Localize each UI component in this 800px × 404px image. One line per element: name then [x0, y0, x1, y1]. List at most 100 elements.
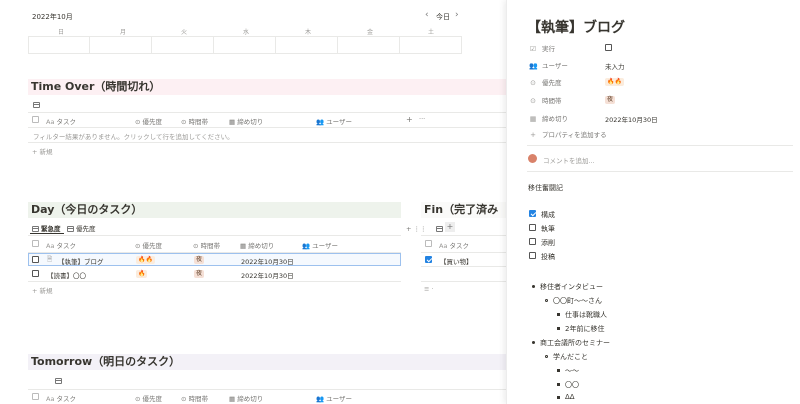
- weekday-wed: 水: [243, 29, 250, 36]
- column-task: Aa タスク: [46, 118, 77, 126]
- bullet-square: [557, 313, 560, 316]
- tab-urgency[interactable]: 緊急度: [32, 223, 61, 233]
- plus-icon: +: [530, 131, 536, 139]
- add-view-button[interactable]: +: [445, 222, 455, 232]
- select-all-checkbox[interactable]: [32, 240, 39, 247]
- row-checkbox-checked[interactable]: [425, 256, 432, 263]
- calendar-day-cell[interactable]: [152, 36, 214, 54]
- row-task[interactable]: 【買い物】: [440, 256, 473, 266]
- property-time[interactable]: ⊙ 時間帯: [529, 95, 561, 107]
- bullet-item[interactable]: 学んだこと: [553, 352, 588, 362]
- todo-checkbox-checked[interactable]: [529, 210, 536, 217]
- bullet-item[interactable]: 移住者インタビュー: [540, 282, 603, 292]
- row-checkbox[interactable]: [32, 256, 39, 263]
- empty-message[interactable]: フィルター結果がありません。クリックして行を追加してください。: [33, 131, 234, 141]
- calendar-day-cell[interactable]: [214, 36, 276, 54]
- todo-label[interactable]: 添削: [541, 238, 555, 248]
- bullet-item[interactable]: 仕事は靴職人: [565, 310, 607, 320]
- row-task[interactable]: 【執筆】ブログ: [58, 256, 104, 266]
- row-deadline[interactable]: 2022年10月30日: [241, 270, 294, 280]
- bullet-square: [557, 383, 560, 386]
- row-priority-tag[interactable]: 🔥: [136, 270, 148, 278]
- row-task[interactable]: 【読書】〇〇: [47, 270, 86, 280]
- property-deadline[interactable]: ▦ 締め切り: [529, 113, 568, 125]
- calendar-prev-button[interactable]: ‹: [425, 10, 429, 20]
- calendar-day-cell[interactable]: [276, 36, 338, 54]
- bullet-item[interactable]: 〇〇: [565, 380, 579, 390]
- row-checkbox[interactable]: [32, 270, 39, 277]
- bullet-dot: [532, 285, 535, 288]
- time-tag[interactable]: 夜: [605, 96, 616, 104]
- bullet-square: [557, 369, 560, 372]
- column-time: ⊙ 時間帯: [181, 395, 209, 403]
- todo-checkbox[interactable]: [529, 238, 536, 245]
- todo-label[interactable]: 投稿: [541, 252, 555, 262]
- new-row-button[interactable]: + 新規: [32, 146, 53, 156]
- column-task: Aa タスク: [46, 395, 77, 403]
- column-deadline: ▦ 締め切り: [229, 395, 264, 403]
- more-options-button[interactable]: ···: [419, 115, 425, 123]
- property-priority[interactable]: ⊙ 優先度: [529, 77, 561, 89]
- time-over-title: Time Over（時間切れ）: [28, 79, 506, 95]
- property-user[interactable]: 👥 ユーザー: [529, 60, 568, 72]
- fin-title: Fin（完了済みタ: [421, 202, 506, 218]
- table-view-icon[interactable]: [436, 226, 444, 232]
- calendar-day-cell[interactable]: [338, 36, 400, 54]
- add-column-button[interactable]: +: [406, 115, 413, 124]
- avatar: [528, 154, 537, 163]
- comment-input[interactable]: コメントを追加...: [543, 155, 595, 165]
- select-icon: ⊙: [530, 79, 536, 87]
- deadline-value[interactable]: 2022年10月30日: [605, 114, 658, 124]
- calculate-menu-icon[interactable]: ≡ ·: [424, 285, 434, 293]
- bullet-ring: [545, 299, 548, 302]
- weekday-mon: 月: [120, 29, 127, 36]
- calendar-month: 2022年10月: [32, 13, 73, 21]
- bullet-item[interactable]: 商工会議所のセミナー: [540, 338, 610, 348]
- column-time: ⊙ 時間帯: [193, 242, 221, 250]
- tomorrow-title: Tomorrow（明日のタスク）: [28, 354, 506, 370]
- row-priority-tag[interactable]: 🔥🔥: [136, 256, 155, 264]
- drag-handle-icon[interactable]: + ⋮⋮: [406, 225, 427, 233]
- calendar-day-cell[interactable]: [90, 36, 152, 54]
- bullet-item[interactable]: 〇〇町〜〜さん: [553, 296, 602, 306]
- column-user: 👥 ユーザー: [302, 242, 339, 250]
- calendar-day-cell[interactable]: [400, 36, 462, 54]
- row-time-tag[interactable]: 夜: [194, 256, 205, 264]
- table-view-icon[interactable]: [33, 102, 40, 108]
- property-execute[interactable]: ☑ 実行: [529, 43, 555, 55]
- todo-checkbox[interactable]: [529, 224, 536, 231]
- weekday-tue: 火: [181, 29, 188, 36]
- calendar-next-button[interactable]: ›: [455, 10, 459, 20]
- checkbox-icon: ☑: [529, 45, 537, 53]
- page-icon: 🗎: [47, 255, 53, 263]
- select-all-checkbox[interactable]: [32, 393, 39, 400]
- select-all-checkbox[interactable]: [425, 240, 432, 247]
- tab-priority[interactable]: 優先度: [67, 223, 96, 233]
- person-icon: 👥: [529, 62, 538, 70]
- bullet-item[interactable]: ΔΔ: [565, 393, 575, 401]
- row-time-tag[interactable]: 夜: [194, 270, 205, 278]
- column-task: Aa タスク: [439, 242, 470, 250]
- execute-checkbox[interactable]: [605, 44, 612, 51]
- page-peek-panel: 【執筆】ブログ ☑ 実行 👥 ユーザー 未入力 ⊙ 優先度 🔥🔥 ⊙ 時間帯 夜 ▦ 締め…: [506, 0, 800, 404]
- weekday-thu: 木: [305, 29, 312, 36]
- column-user: 👥 ユーザー: [316, 118, 353, 126]
- bullet-item[interactable]: 2年前に移住: [565, 324, 604, 334]
- section-heading[interactable]: 移住奮闘記: [528, 183, 563, 193]
- bullet-ring: [545, 355, 548, 358]
- user-value[interactable]: 未入力: [605, 61, 625, 71]
- column-deadline: ▦ 締め切り: [229, 118, 264, 126]
- todo-checkbox[interactable]: [529, 252, 536, 259]
- todo-label[interactable]: 構成: [541, 210, 555, 220]
- calendar-today-button[interactable]: 今日: [436, 12, 450, 22]
- table-view-icon[interactable]: [55, 378, 63, 384]
- priority-tag[interactable]: 🔥🔥: [605, 78, 624, 86]
- page-title[interactable]: 【執筆】ブログ: [527, 17, 625, 37]
- add-property-button[interactable]: + プロパティを追加する: [529, 129, 607, 141]
- todo-label[interactable]: 執筆: [541, 224, 555, 234]
- new-row-button[interactable]: + 新規: [32, 285, 53, 295]
- bullet-item[interactable]: 〜〜: [565, 366, 579, 376]
- select-all-checkbox[interactable]: [32, 116, 39, 123]
- calendar-day-cell[interactable]: [28, 36, 90, 54]
- row-deadline[interactable]: 2022年10月30日: [241, 256, 294, 266]
